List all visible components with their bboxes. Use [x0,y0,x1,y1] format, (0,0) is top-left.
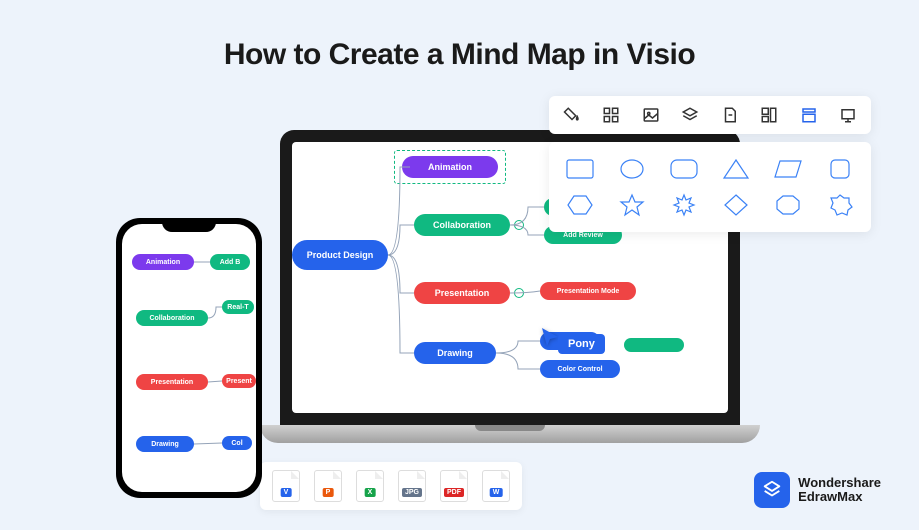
layout-icon[interactable] [760,106,778,124]
file-excel[interactable]: X [356,470,384,502]
pointer-cursor: Pony [540,326,560,353]
shape-seal[interactable] [823,192,857,218]
node-collaboration[interactable]: Collaboration [414,214,510,236]
logo-line1: Wondershare [798,476,881,490]
file-jpg[interactable]: JPG [398,470,426,502]
laptop-base [260,425,760,443]
shape-hexagon[interactable] [563,192,597,218]
shape-star[interactable] [615,192,649,218]
presentation-icon[interactable] [839,106,857,124]
add-node-icon[interactable] [514,288,524,298]
grid-icon[interactable] [602,106,620,124]
cursor-user-label: Pony [558,334,605,354]
file-ppt[interactable]: P [314,470,342,502]
toolbar-panel [549,96,871,134]
shape-square[interactable] [823,156,857,182]
file-pdf[interactable]: PDF [440,470,468,502]
logo-line2: EdrawMax [798,490,881,504]
file-visio[interactable]: V [272,470,300,502]
phone-mockup: Animation Add B Collaboration Real-T Pre… [116,218,262,498]
phone-node-realt[interactable]: Real-T [222,300,254,314]
shapes-icon[interactable] [800,106,818,124]
fill-icon[interactable] [563,106,581,124]
phone-node-pres[interactable]: Presentation [136,374,208,390]
node-extra[interactable] [624,338,684,352]
shape-triangle[interactable] [719,156,753,182]
shape-roundrect[interactable] [667,156,701,182]
layers-icon[interactable] [681,106,699,124]
image-icon[interactable] [642,106,660,124]
node-animation[interactable]: Animation [402,156,498,178]
shape-burst[interactable] [667,192,701,218]
shape-octagon[interactable] [771,192,805,218]
export-file-bar: V P X JPG PDF W [260,462,522,510]
add-node-icon[interactable] [514,220,524,230]
phone-node-drawing[interactable]: Drawing [136,436,194,452]
phone-node-animation[interactable]: Animation [132,254,194,270]
brand-logo: Wondershare EdrawMax [754,472,881,508]
phone-node-addb[interactable]: Add B [210,254,250,270]
node-drawing[interactable]: Drawing [414,342,496,364]
node-presentation[interactable]: Presentation [414,282,510,304]
logo-mark-icon [754,472,790,508]
page-icon[interactable] [721,106,739,124]
file-word[interactable]: W [482,470,510,502]
phone-node-collab[interactable]: Collaboration [136,310,208,326]
page-title: How to Create a Mind Map in Visio [0,38,919,72]
shape-circle[interactable] [615,156,649,182]
shape-palette [549,142,871,232]
node-presmode[interactable]: Presentation Mode [540,282,636,300]
phone-node-col[interactable]: Col [222,436,252,450]
shape-parallelogram[interactable] [771,156,805,182]
node-root[interactable]: Product Design [292,240,388,270]
phone-node-presmode[interactable]: Present [222,374,256,388]
phone-canvas: Animation Add B Collaboration Real-T Pre… [122,224,256,492]
node-colorcontrol[interactable]: Color Control [540,360,620,378]
shape-rect[interactable] [563,156,597,182]
shape-diamond[interactable] [719,192,753,218]
